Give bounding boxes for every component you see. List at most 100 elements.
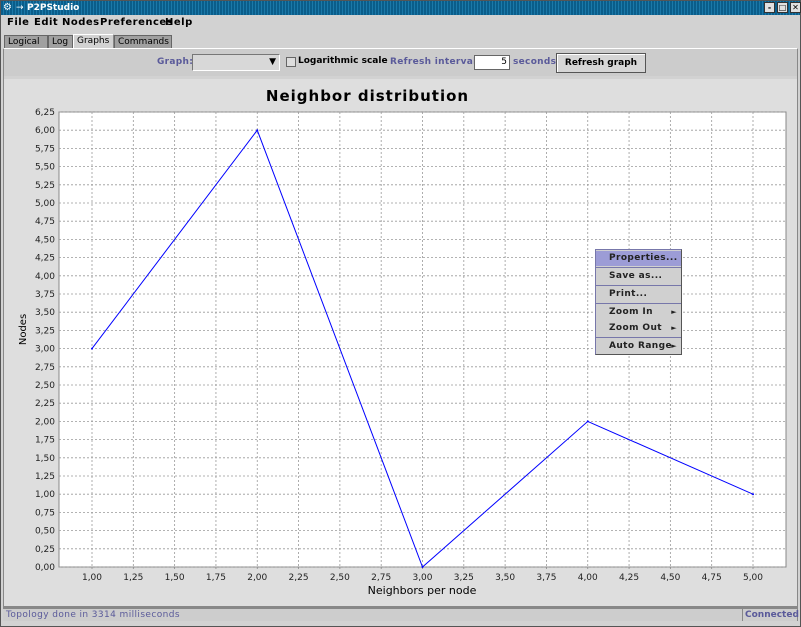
y-tick-label: 5,50 (35, 163, 55, 173)
graph-toolbar: Graph: ▼ Logarithmic scale Refresh inter… (4, 49, 797, 76)
menu-separator (596, 285, 681, 286)
x-tick-label: 4,25 (619, 573, 639, 583)
menu-item-label: Properties... (609, 253, 678, 263)
x-tick-label: 3,00 (412, 573, 432, 583)
refresh-interval-label: Refresh interval: (390, 57, 481, 67)
x-tick-label: 4,00 (578, 573, 598, 583)
menu-item-label: Print... (609, 289, 648, 299)
tab-log[interactable]: Log (48, 35, 73, 49)
y-tick-label: 3,50 (35, 308, 55, 318)
connection-status: Connected (742, 608, 799, 622)
x-axis-label: Neighbors per node (368, 584, 477, 597)
y-tick-label: 5,75 (35, 144, 55, 154)
context-menu-item-zoom-out[interactable]: Zoom Out ► (596, 321, 681, 336)
minimize-button[interactable]: - (764, 2, 775, 13)
data-point (256, 129, 259, 132)
close-button[interactable]: ✕ (790, 2, 801, 13)
y-tick-label: 0,00 (35, 563, 55, 573)
y-tick-label: 1,50 (35, 454, 55, 464)
pin-icon[interactable]: → (16, 2, 24, 14)
tab-graphs[interactable]: Graphs (73, 34, 114, 49)
submenu-arrow-icon: ► (671, 342, 677, 350)
menu-file[interactable]: File (7, 17, 29, 28)
maximize-button[interactable]: □ (777, 2, 788, 13)
menu-item-label: Auto Range (609, 341, 672, 351)
app-icon[interactable]: ⚙ (3, 2, 15, 14)
tab-logical[interactable]: Logical (4, 35, 48, 49)
x-tick-label: 1,25 (123, 573, 143, 583)
menu-item-label: Zoom Out (609, 323, 662, 333)
context-menu-item-save-as[interactable]: Save as... (596, 269, 681, 284)
graph-select[interactable]: ▼ (192, 54, 280, 71)
menu-preferences[interactable]: Preferences (100, 17, 173, 28)
tab-strip: Logical Log Graphs Commands (1, 34, 800, 49)
menu-separator (596, 337, 681, 338)
y-tick-label: 4,25 (35, 254, 55, 264)
context-menu-item-print[interactable]: Print... (596, 287, 681, 302)
x-tick-label: 1,00 (82, 573, 102, 583)
menu-help[interactable]: Help (165, 17, 193, 28)
y-tick-label: 1,25 (35, 472, 55, 482)
x-tick-label: 2,75 (371, 573, 391, 583)
menu-separator (596, 303, 681, 304)
y-tick-label: 3,00 (35, 345, 55, 355)
y-tick-label: 6,25 (35, 108, 55, 118)
y-tick-label: 4,00 (35, 272, 55, 282)
y-tick-label: 2,25 (35, 399, 55, 409)
context-menu-item-zoom-in[interactable]: Zoom In ► (596, 305, 681, 320)
y-tick-label: 5,25 (35, 181, 55, 191)
x-tick-label: 4,75 (702, 573, 722, 583)
y-tick-label: 2,50 (35, 381, 55, 391)
y-tick-label: 0,75 (35, 508, 55, 518)
data-point (586, 420, 589, 423)
y-tick-label: 4,50 (35, 235, 55, 245)
y-tick-label: 2,00 (35, 417, 55, 427)
status-bar: Topology done in 3314 milliseconds Conne… (3, 607, 799, 622)
y-tick-label: 1,00 (35, 490, 55, 500)
menu-item-label: Save as... (609, 271, 663, 281)
chart-title: Neighbor distribution (266, 87, 469, 105)
y-tick-label: 4,75 (35, 217, 55, 227)
x-tick-label: 4,50 (660, 573, 680, 583)
y-tick-label: 6,00 (35, 126, 55, 136)
menu-bar: File Edit Nodes Preferences Help (1, 15, 800, 33)
x-tick-label: 3,25 (454, 573, 474, 583)
status-message: Topology done in 3314 milliseconds (6, 610, 180, 620)
y-tick-label: 0,50 (35, 527, 55, 537)
y-axis-label: Nodes (18, 314, 29, 345)
x-tick-label: 3,50 (495, 573, 515, 583)
menu-separator (596, 267, 681, 268)
window-title: P2PStudio (27, 3, 80, 13)
refresh-graph-button[interactable]: Refresh graph (556, 53, 646, 73)
x-tick-label: 2,50 (330, 573, 350, 583)
bottom-strip (1, 621, 800, 626)
app-window: ⚙ → P2PStudio - □ ✕ File Edit Nodes Pref… (0, 0, 801, 627)
y-tick-label: 3,75 (35, 290, 55, 300)
context-menu-item-properties[interactable]: Properties... (596, 251, 681, 266)
log-scale-checkbox[interactable] (286, 57, 296, 67)
x-tick-label: 1,75 (206, 573, 226, 583)
chevron-down-icon[interactable]: ▼ (269, 57, 276, 67)
log-scale-label[interactable]: Logarithmic scale (298, 56, 388, 66)
menu-item-label: Zoom In (609, 307, 653, 317)
title-bar[interactable]: ⚙ → P2PStudio - □ ✕ (1, 1, 801, 15)
x-tick-label: 2,00 (247, 573, 267, 583)
x-tick-label: 2,25 (289, 573, 309, 583)
y-tick-label: 5,00 (35, 199, 55, 209)
tab-commands[interactable]: Commands (114, 35, 172, 49)
seconds-label: seconds (513, 57, 557, 67)
menu-nodes[interactable]: Nodes (62, 17, 100, 28)
context-menu-item-auto-range[interactable]: Auto Range ► (596, 339, 681, 354)
x-tick-label: 3,75 (536, 573, 556, 583)
menu-edit[interactable]: Edit (34, 17, 58, 28)
refresh-interval-input[interactable]: 5 (474, 55, 510, 70)
submenu-arrow-icon: ► (671, 324, 677, 332)
y-tick-label: 0,25 (35, 545, 55, 555)
x-tick-label: 1,50 (165, 573, 185, 583)
chart-context-menu: Properties... Save as... Print... Zoom In ► Z… (595, 249, 682, 355)
y-tick-label: 3,25 (35, 326, 55, 336)
data-point (752, 493, 754, 496)
data-point (91, 347, 93, 350)
graph-label: Graph: (157, 57, 194, 67)
y-tick-label: 2,75 (35, 363, 55, 373)
